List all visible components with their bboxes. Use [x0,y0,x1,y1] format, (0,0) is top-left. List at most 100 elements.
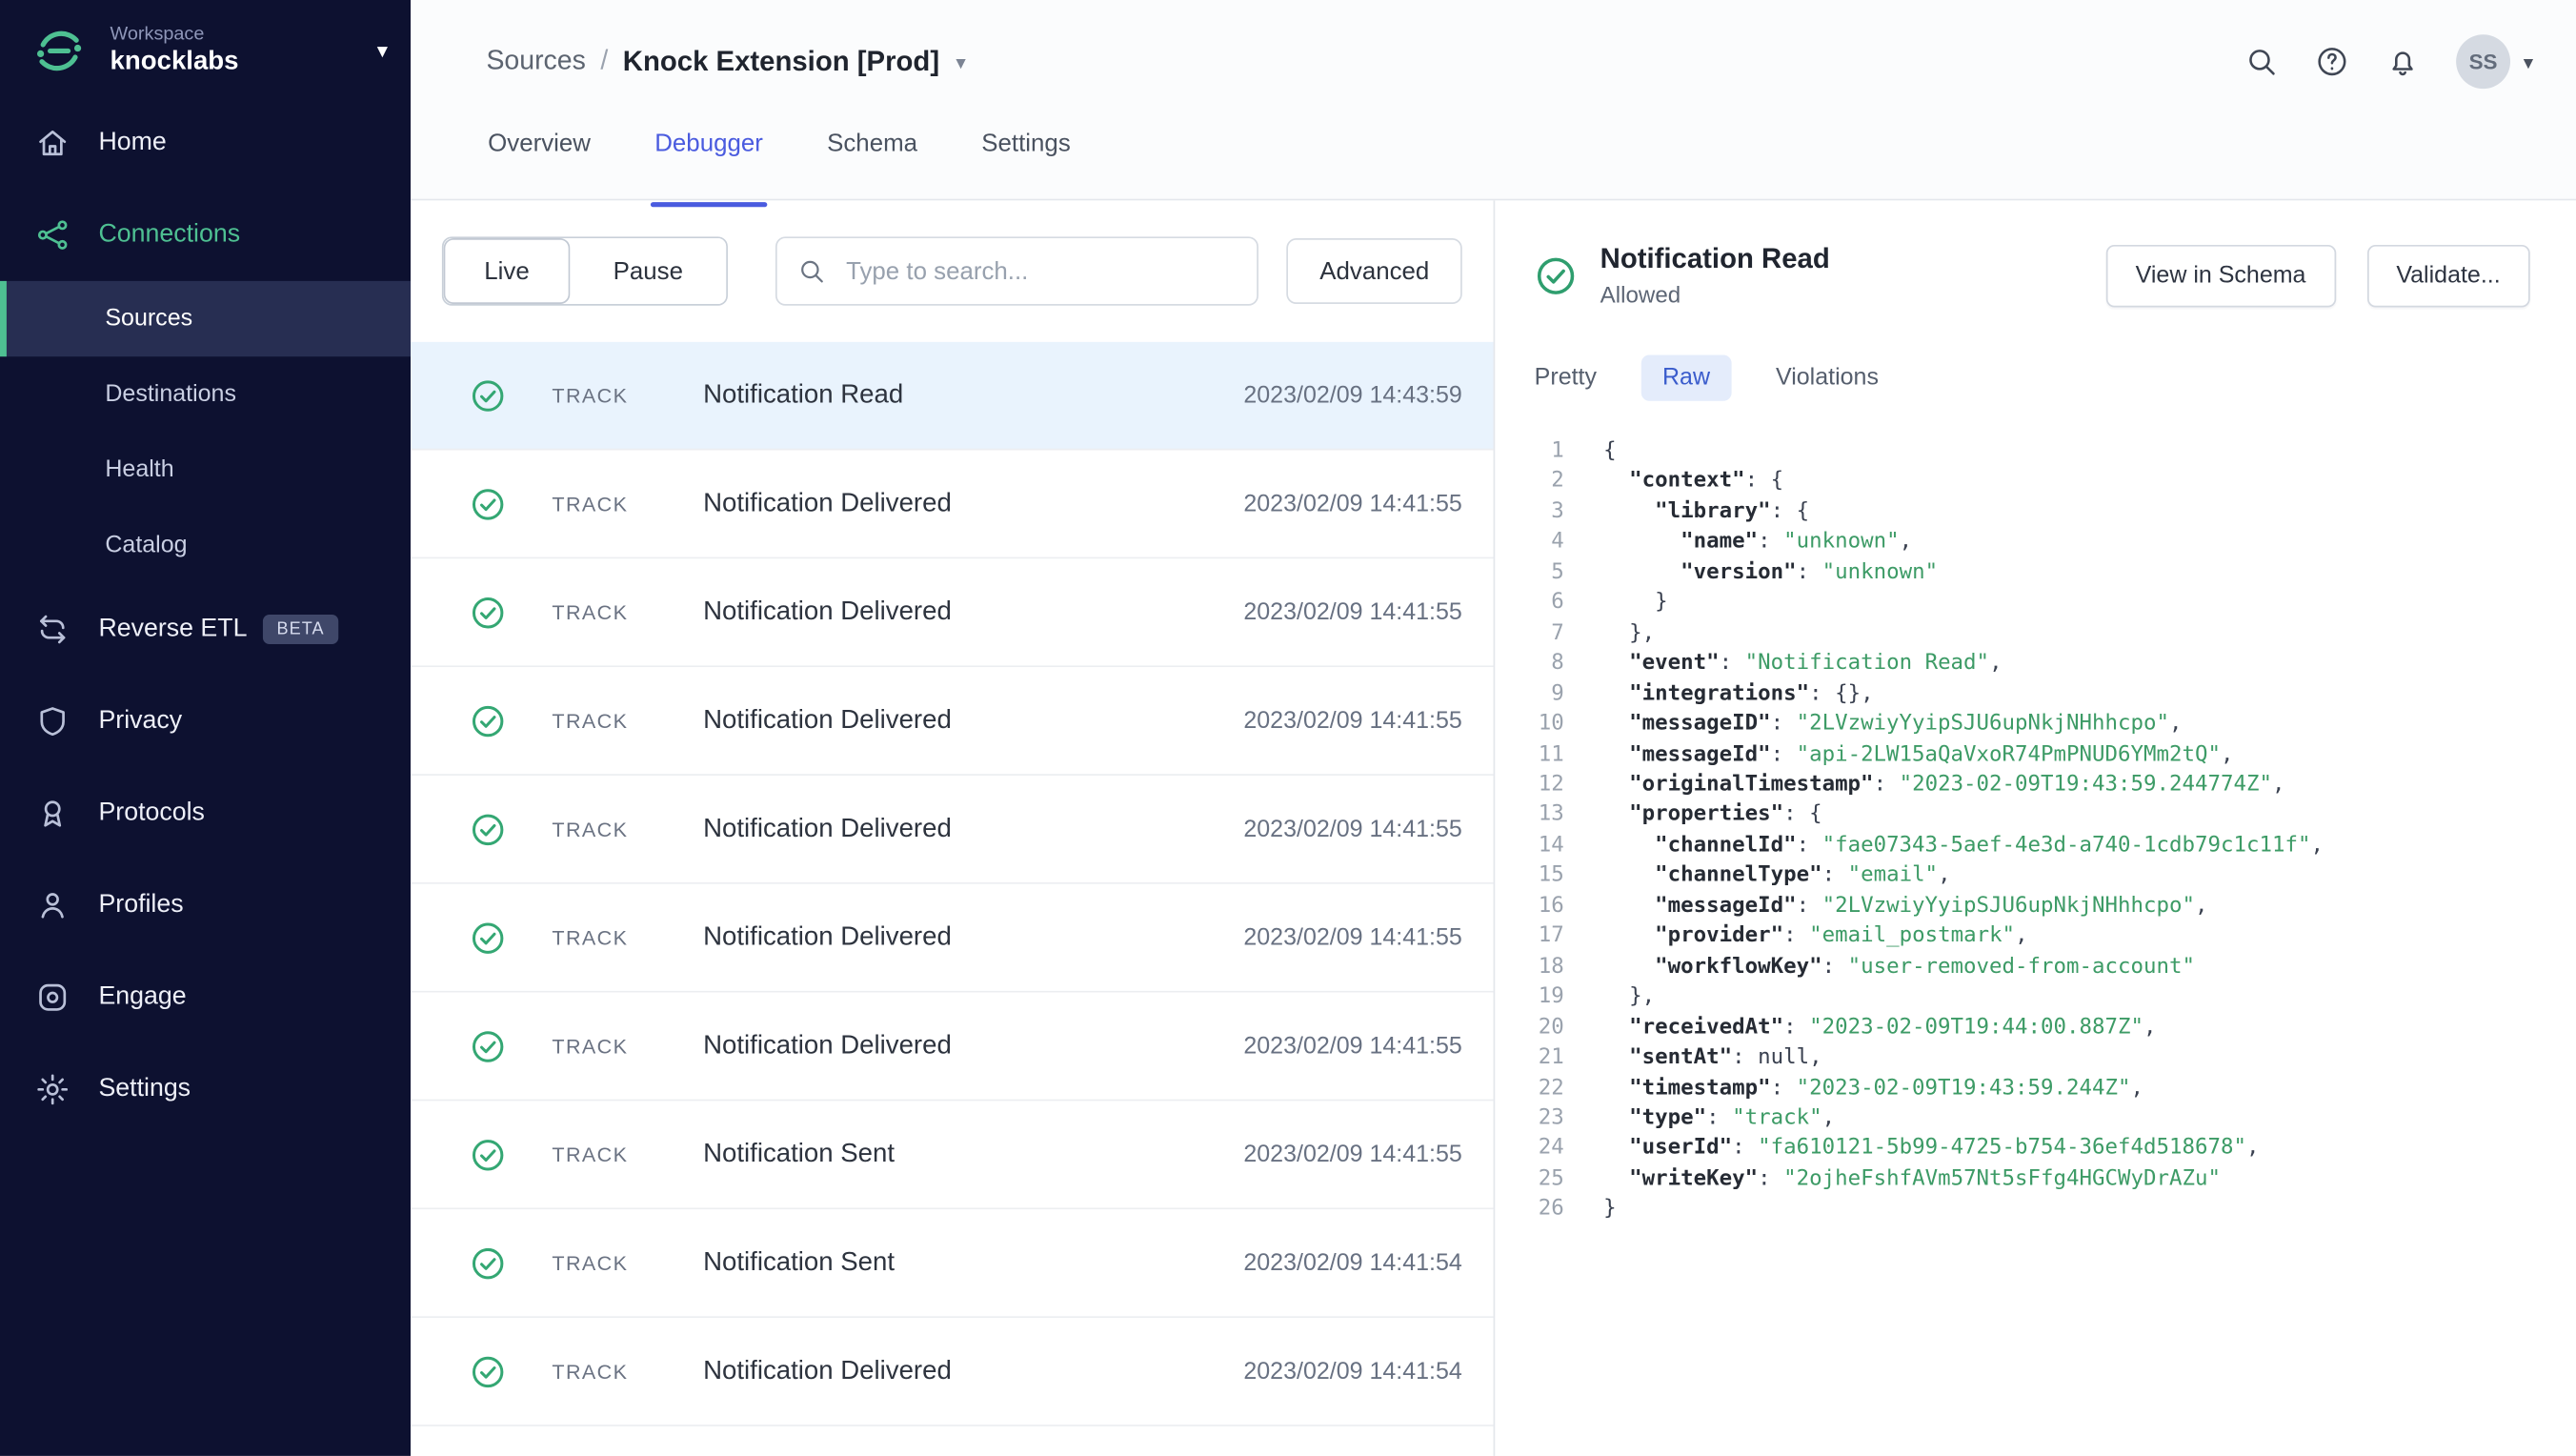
code-line: 26} [1535,1195,2530,1225]
event-row[interactable]: TRACK Notification Sent 2023/02/09 14:41:5… [411,1209,1494,1319]
event-row[interactable]: TRACKNotification Delivered2023/02/09 14… [411,992,1494,1102]
event-type: TRACK [552,1251,629,1275]
code-line: 13 "properties": { [1535,801,2530,832]
tab-overview[interactable]: Overview [486,123,592,205]
sidebar-item-label: Settings [98,1074,191,1103]
sidebar-item-privacy[interactable]: Privacy [0,676,411,768]
code-line: 2 "context": { [1535,468,2530,498]
tab-debugger[interactable]: Debugger [650,123,768,208]
bell-icon[interactable] [2385,45,2420,79]
reverse-etl-icon [34,612,70,648]
code-line: 20 "receivedAt": "2023-02-09T19:44:00.88… [1535,1013,2530,1043]
sidebar-item-settings[interactable]: Settings [0,1043,411,1136]
event-type: TRACK [552,383,629,407]
sidebar-subitem-catalog[interactable]: Catalog [0,508,411,583]
pause-button[interactable]: Pause [570,238,727,305]
event-name: Notification Delivered [703,922,952,951]
event-timestamp: 2023/02/09 14:41:55 [1243,490,1462,517]
sidebar-item-engage[interactable]: Engage [0,951,411,1043]
line-number: 10 [1538,711,1564,737]
sidebar-item-reverse-etl[interactable]: Reverse ETL BETA [0,583,411,676]
sidebar-subitem-destinations[interactable]: Destinations [0,356,411,432]
line-number: 14 [1538,833,1564,859]
event-row[interactable]: TRACKNotification Delivered2023/02/09 14… [411,1426,1494,1456]
breadcrumb-chevron-icon[interactable]: ▾ [956,51,965,73]
view-in-schema-button[interactable]: View in Schema [2105,244,2336,307]
event-timestamp: 2023/02/09 14:41:54 [1243,1358,1462,1385]
line-number: 12 [1538,772,1564,798]
code-line: 1{ [1535,437,2530,468]
line-number: 6 [1551,590,1564,616]
workspace-switcher[interactable]: Workspace knocklabs ▾ [0,0,411,97]
code-line: 15 "channelType": "email", [1535,861,2530,892]
event-row[interactable]: TRACK Notification Read 2023/02/09 14:43:5… [411,341,1494,451]
sidebar-item-connections[interactable]: Connections [0,189,411,281]
search-input[interactable] [842,255,1238,287]
event-timestamp: 2023/02/09 14:41:55 [1243,924,1462,951]
event-row[interactable]: TRACKNotification Delivered2023/02/09 14… [411,667,1494,776]
advanced-button[interactable]: Advanced [1286,238,1462,305]
breadcrumb-sources[interactable]: Sources [486,46,585,77]
event-row[interactable]: TRACKNotification Delivered2023/02/09 14… [411,450,1494,559]
tab-settings[interactable]: Settings [980,123,1073,205]
detail-tab-pretty[interactable]: Pretty [1535,354,1597,400]
detail-tab-raw[interactable]: Raw [1640,354,1732,401]
live-pause-toggle: Live Pause [441,236,728,306]
event-name: Notification Delivered [703,597,952,626]
user-menu-chevron-icon[interactable]: ▾ [2524,51,2533,73]
chevron-down-icon[interactable]: ▾ [377,38,388,65]
detail-tab-violations[interactable]: Violations [1776,354,1879,400]
breadcrumb-separator: / [600,46,609,76]
line-number: 20 [1538,1015,1564,1040]
sidebar-item-label: Reverse ETL [98,614,248,643]
code-line: 7 }, [1535,619,2530,650]
help-icon[interactable] [2315,45,2349,79]
user-menu[interactable]: SS ▾ [2456,34,2533,90]
line-number: 8 [1551,651,1564,677]
code-line: 3 "library": { [1535,497,2530,528]
line-number: 7 [1551,620,1564,646]
validate-button[interactable]: Validate... [2366,244,2530,307]
event-row[interactable]: TRACKNotification Delivered2023/02/09 14… [411,883,1494,993]
event-search[interactable] [775,236,1259,306]
code-line: 10 "messageID": "2LVzwiyYyipSJU6upNkjNHh… [1535,710,2530,740]
code-line: 16 "messageId": "2LVzwiyYyipSJU6upNkjNHh… [1535,892,2530,922]
code-line: 14 "channelId": "fae07343-5aef-4e3d-a740… [1535,831,2530,861]
event-timestamp: 2023/02/09 14:41:55 [1243,816,1462,842]
home-icon [34,125,70,161]
code-line: 17 "provider": "email_postmark", [1535,922,2530,953]
debugger-toolbar: Live Pause Advanced [411,200,1493,341]
sidebar-item-home[interactable]: Home [0,97,411,190]
line-number: 3 [1551,499,1564,524]
line-number: 11 [1538,741,1564,767]
workspace-label: Workspace [110,24,205,45]
sidebar-item-label: Home [98,128,167,156]
search-icon[interactable] [2244,45,2279,79]
event-row[interactable]: TRACK Notification Sent 2023/02/09 14:41:5… [411,1101,1494,1210]
line-number: 1 [1551,438,1564,464]
event-row[interactable]: TRACKNotification Delivered2023/02/09 14… [411,775,1494,884]
event-type: TRACK [552,817,629,841]
event-row[interactable]: TRACKNotification Delivered2023/02/09 14… [411,1318,1494,1426]
line-number: 24 [1538,1136,1564,1162]
event-type: TRACK [552,1034,629,1058]
sidebar-item-protocols[interactable]: Protocols [0,767,411,859]
live-button[interactable]: Live [443,238,571,305]
sidebar-item-profiles[interactable]: Profiles [0,859,411,952]
event-timestamp: 2023/02/09 14:41:54 [1243,1249,1462,1277]
sidebar-subitem-health[interactable]: Health [0,433,411,508]
event-row[interactable]: TRACKNotification Delivered2023/02/09 14… [411,558,1494,668]
event-name: Notification Read [703,380,904,409]
avatar[interactable]: SS [2456,34,2510,90]
check-circle-icon [470,1028,506,1064]
line-number: 16 [1538,893,1564,919]
code-line: 22 "timestamp": "2023-02-09T19:43:59.244… [1535,1074,2530,1104]
check-circle-icon [470,1244,506,1281]
event-type: TRACK [552,709,629,733]
code-line: 23 "type": "track", [1535,1104,2530,1135]
tab-schema[interactable]: Schema [825,123,918,205]
sidebar-subitem-sources[interactable]: Sources [0,280,412,357]
line-number: 17 [1538,923,1564,949]
event-timestamp: 2023/02/09 14:41:55 [1243,707,1462,734]
event-type: TRACK [552,1360,629,1384]
